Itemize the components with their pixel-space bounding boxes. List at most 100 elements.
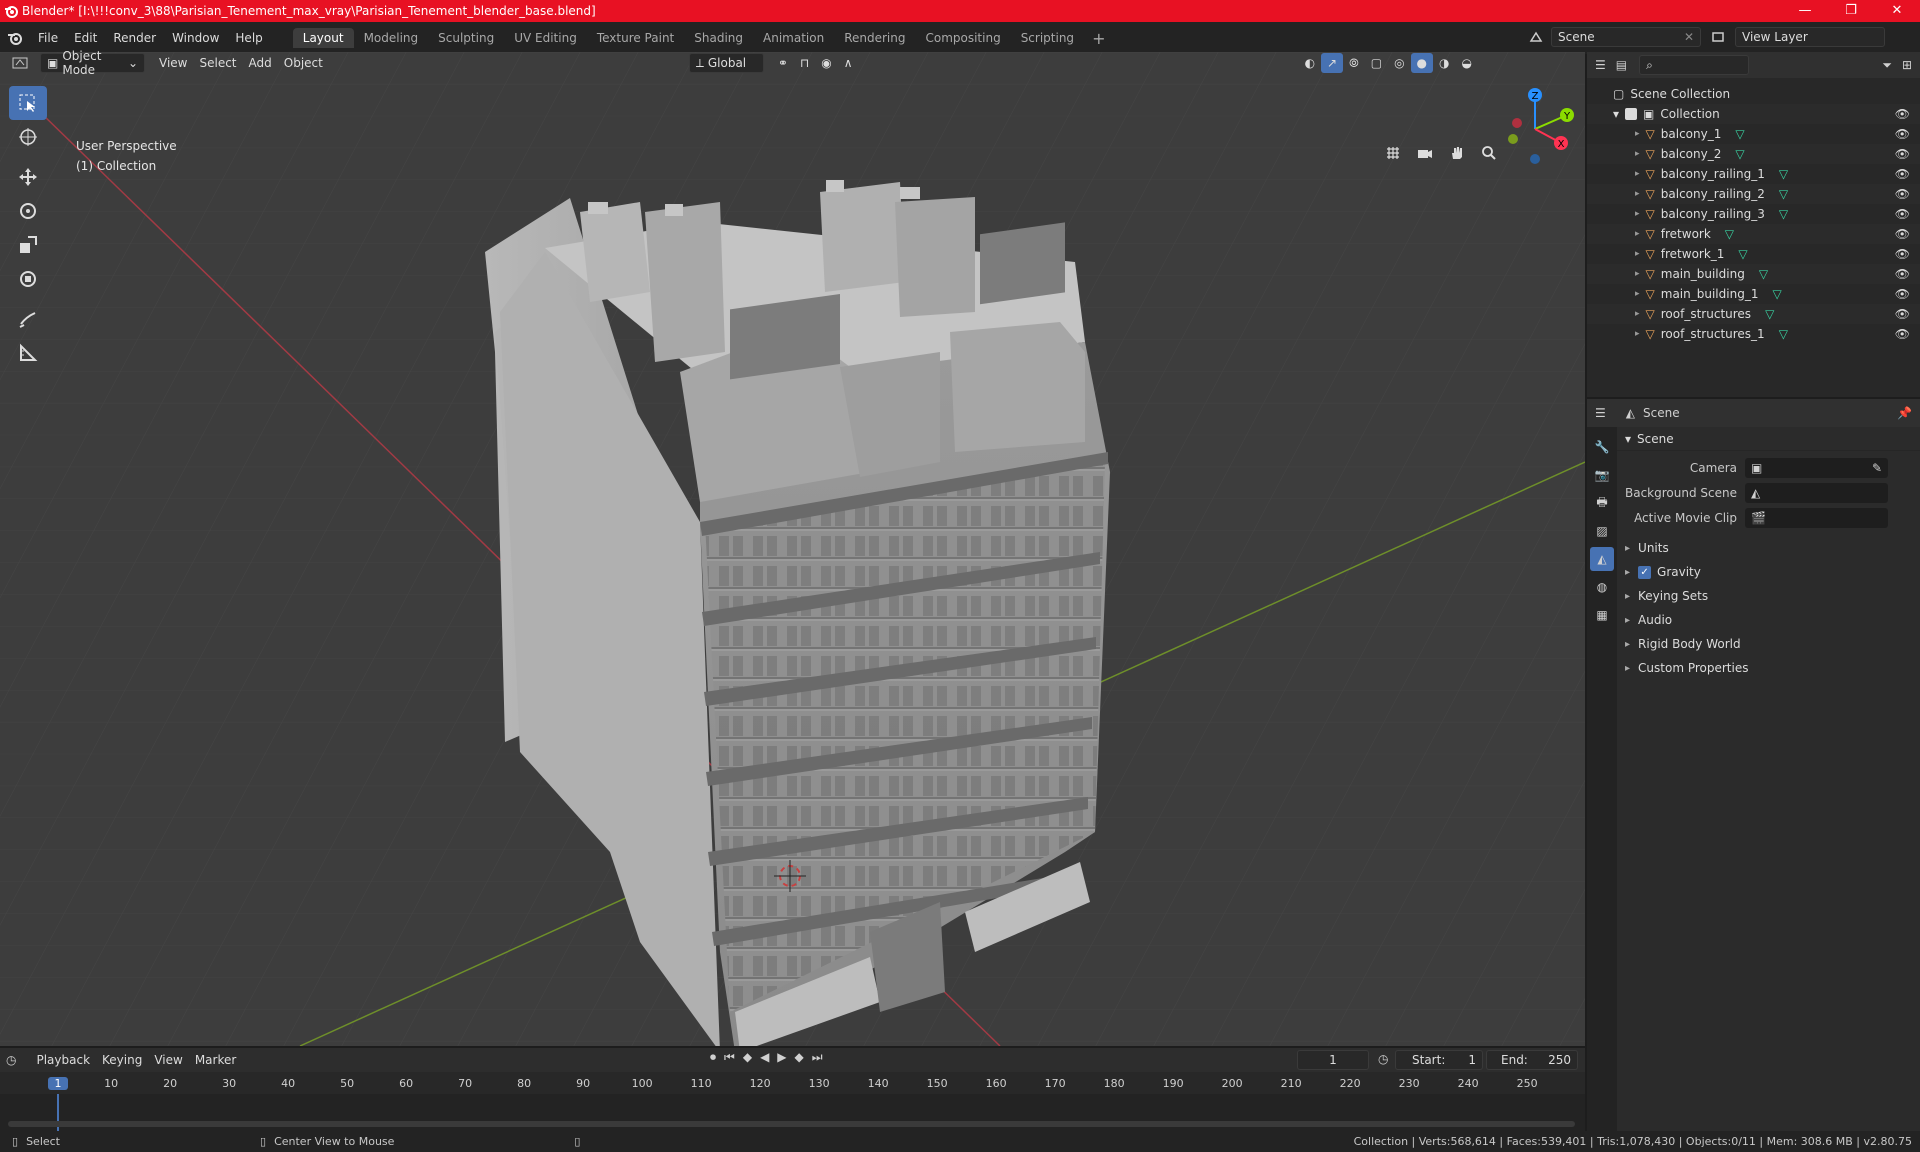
xray-icon[interactable]: ▢	[1365, 53, 1388, 73]
scene-selector[interactable]: Scene ✕	[1551, 27, 1701, 47]
expand-arrow-icon[interactable]: ▸	[1635, 149, 1640, 159]
menu-view[interactable]: View	[153, 53, 193, 73]
pan-hand-icon[interactable]	[1444, 140, 1470, 166]
properties-editor-type-icon[interactable]: ☰	[1595, 406, 1606, 420]
cursor-tool-icon[interactable]	[9, 120, 47, 154]
material-shading-icon[interactable]: ◑	[1433, 53, 1455, 73]
display-mode-icon[interactable]: ▤	[1616, 58, 1627, 72]
mesh-data-icon[interactable]: ▽	[1738, 247, 1747, 261]
timeline-track[interactable]	[0, 1094, 1585, 1133]
scale-tool-icon[interactable]	[9, 228, 47, 262]
minimize-button[interactable]: —	[1782, 0, 1828, 22]
mesh-data-icon[interactable]: ▽	[1735, 147, 1744, 161]
mesh-data-icon[interactable]: ▽	[1735, 127, 1744, 141]
visibility-icon[interactable]: ◐	[1299, 53, 1321, 73]
annotate-tool-icon[interactable]	[9, 302, 47, 336]
outliner-object-row[interactable]: ▸ ▽ roof_structures ▽ 👁	[1587, 304, 1920, 324]
background-scene-field[interactable]: ◭	[1745, 482, 1888, 503]
output-tab-icon[interactable]: 🖶	[1590, 491, 1614, 515]
tool-tab-icon[interactable]: 🔧	[1590, 435, 1614, 459]
eye-icon[interactable]: 👁	[1895, 107, 1910, 121]
filter-icon[interactable]: ⏷	[1882, 58, 1892, 73]
view-layer-icon[interactable]	[1705, 30, 1731, 44]
tab-animation[interactable]: Animation	[753, 28, 834, 48]
snap-icon[interactable]: ⊓	[794, 53, 815, 73]
move-tool-icon[interactable]	[9, 160, 47, 194]
world-tab-icon[interactable]: ◍	[1590, 575, 1614, 599]
navigation-gizmo[interactable]: Z Y X	[1495, 87, 1575, 167]
timeline-editor-type-icon[interactable]: ◷	[6, 1053, 16, 1067]
zoom-icon[interactable]	[1476, 140, 1502, 166]
pin-icon[interactable]: 📌	[1897, 406, 1912, 420]
mesh-data-icon[interactable]: ▽	[1779, 167, 1788, 181]
select-box-tool-icon[interactable]	[9, 86, 47, 120]
gizmo-toggle-icon[interactable]: ↗	[1321, 53, 1344, 73]
view-layer-selector[interactable]: View Layer	[1735, 27, 1885, 47]
transform-tool-icon[interactable]	[9, 262, 47, 296]
eye-icon[interactable]: 👁	[1895, 247, 1910, 261]
subpanel-header[interactable]: ▸ Keying Sets	[1617, 584, 1920, 608]
texture-tab-icon[interactable]: ▦	[1590, 603, 1614, 627]
3d-viewport[interactable]: User Perspective (1) Collection Z Y X	[0, 52, 1585, 1046]
transform-orientation-selector[interactable]: ⟂ Global	[688, 53, 764, 73]
record-icon[interactable]: ⏺	[710, 1050, 716, 1065]
outliner-object-row[interactable]: ▸ ▽ fretwork ▽ 👁	[1587, 224, 1920, 244]
tab-texture-paint[interactable]: Texture Paint	[587, 28, 684, 48]
menu-select[interactable]: Select	[193, 53, 242, 73]
falloff-icon[interactable]: ∧	[838, 53, 859, 73]
expand-arrow-icon[interactable]: ▸	[1635, 209, 1640, 219]
collection-row[interactable]: ▾ ▣ Collection 👁	[1587, 104, 1920, 124]
camera-field[interactable]: ▣ ✎	[1745, 457, 1888, 478]
outliner-object-row[interactable]: ▸ ▽ main_building_1 ▽ 👁	[1587, 284, 1920, 304]
expand-arrow-icon[interactable]: ▸	[1635, 189, 1640, 199]
overlays-icon[interactable]: ⦾	[1343, 53, 1365, 73]
toggle-grid-icon[interactable]	[1380, 140, 1406, 166]
timeline-scrollbar[interactable]	[8, 1121, 1575, 1127]
tab-compositing[interactable]: Compositing	[915, 28, 1010, 48]
close-button[interactable]: ✕	[1874, 0, 1920, 22]
wireframe-shading-icon[interactable]: ◎	[1388, 53, 1410, 73]
tab-layout[interactable]: Layout	[292, 28, 354, 48]
mesh-data-icon[interactable]: ▽	[1725, 227, 1734, 241]
expand-arrow-icon[interactable]: ▸	[1635, 169, 1640, 179]
menu-timeline-view[interactable]: View	[148, 1050, 188, 1070]
tab-shading[interactable]: Shading	[684, 28, 753, 48]
eye-icon[interactable]: 👁	[1895, 207, 1910, 221]
editor-type-icon[interactable]	[0, 53, 40, 73]
playhead-line[interactable]	[57, 1094, 59, 1133]
expand-arrow-icon[interactable]: ▸	[1635, 309, 1640, 319]
pivot-icon[interactable]: ⚭	[772, 53, 794, 73]
eye-icon[interactable]: 👁	[1895, 267, 1910, 281]
checkbox-icon[interactable]	[1625, 108, 1638, 120]
eye-icon[interactable]: 👁	[1895, 327, 1910, 341]
end-frame-field[interactable]: End: 250	[1486, 1050, 1578, 1070]
mesh-data-icon[interactable]: ▽	[1779, 187, 1788, 201]
eye-icon[interactable]: 👁	[1895, 227, 1910, 241]
outliner-object-row[interactable]: ▸ ▽ balcony_2 ▽ 👁	[1587, 144, 1920, 164]
mesh-data-icon[interactable]: ▽	[1779, 327, 1788, 341]
outliner-editor-type-icon[interactable]: ☰	[1595, 58, 1606, 72]
jump-end-icon[interactable]: ⏭	[812, 1050, 823, 1065]
menu-playback[interactable]: Playback	[30, 1050, 96, 1070]
subpanel-header[interactable]: ▸ Custom Properties	[1617, 656, 1920, 680]
outliner-object-row[interactable]: ▸ ▽ balcony_railing_1 ▽ 👁	[1587, 164, 1920, 184]
expand-arrow-icon[interactable]: ▾	[1613, 107, 1619, 121]
tab-scripting[interactable]: Scripting	[1011, 28, 1084, 48]
add-workspace-button[interactable]: +	[1084, 29, 1113, 48]
subpanel-header[interactable]: ▸ Units	[1617, 536, 1920, 560]
mode-selector[interactable]: ▣ Object Mode ⌄	[40, 49, 145, 77]
menu-help[interactable]: Help	[227, 31, 270, 45]
expand-arrow-icon[interactable]: ▸	[1635, 249, 1640, 259]
tab-uv-editing[interactable]: UV Editing	[504, 28, 587, 48]
start-frame-field[interactable]: Start: 1	[1395, 1050, 1483, 1070]
mesh-data-icon[interactable]: ▽	[1759, 267, 1768, 281]
scene-panel-header[interactable]: ▾ Scene	[1617, 427, 1920, 451]
menu-keying[interactable]: Keying	[96, 1050, 148, 1070]
gravity-checkbox[interactable]: ✓	[1638, 565, 1652, 579]
menu-edit[interactable]: Edit	[66, 31, 105, 45]
expand-arrow-icon[interactable]: ▸	[1635, 229, 1640, 239]
eye-icon[interactable]: 👁	[1895, 187, 1910, 201]
outliner-object-row[interactable]: ▸ ▽ balcony_1 ▽ 👁	[1587, 124, 1920, 144]
outliner-object-row[interactable]: ▸ ▽ fretwork_1 ▽ 👁	[1587, 244, 1920, 264]
outliner-object-row[interactable]: ▸ ▽ main_building ▽ 👁	[1587, 264, 1920, 284]
